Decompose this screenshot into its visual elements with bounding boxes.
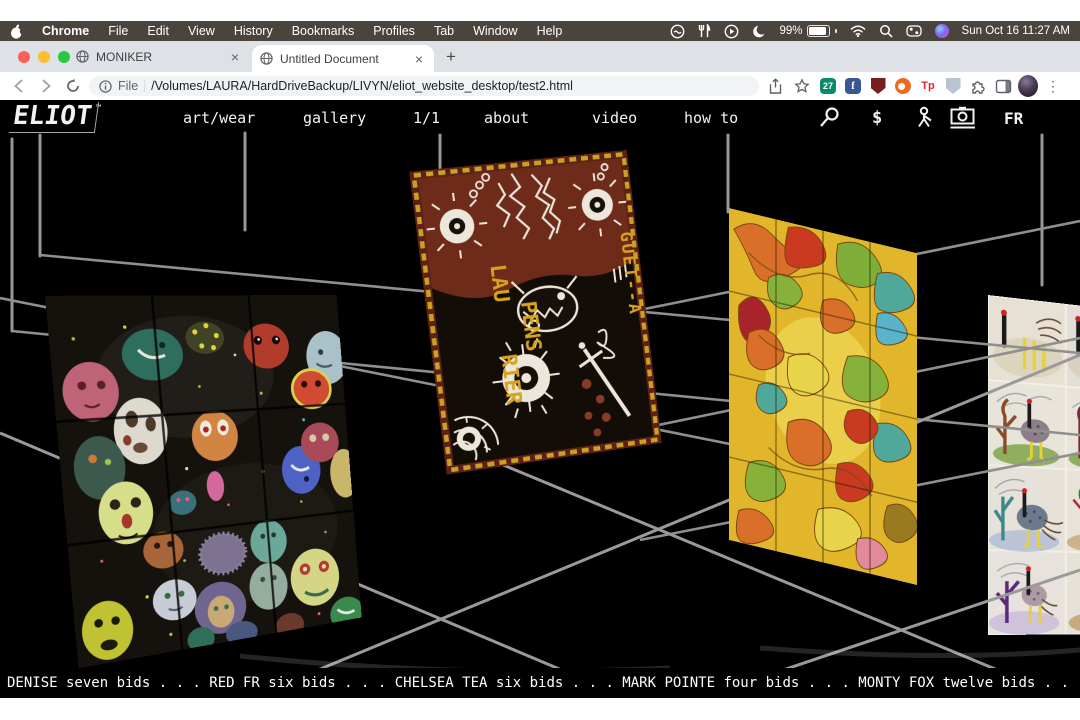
reload-button[interactable] (62, 75, 84, 97)
search-icon[interactable] (818, 106, 841, 133)
artwork-birds-and-trees[interactable] (988, 295, 1080, 635)
globe-favicon (76, 50, 89, 63)
minimize-window-button[interactable] (38, 51, 50, 63)
tab-close-icon[interactable]: × (412, 51, 426, 67)
share-icon[interactable] (764, 75, 786, 97)
window-controls (18, 51, 70, 63)
nav-art-wear[interactable]: art/wear (183, 109, 255, 127)
faces-image (45, 295, 362, 668)
menu-tab[interactable]: Tab (434, 24, 454, 38)
nav-video[interactable]: video (592, 109, 637, 127)
account-person-icon[interactable] (916, 106, 939, 133)
side-panel-icon[interactable] (993, 76, 1013, 96)
menu-profiles[interactable]: Profiles (373, 24, 415, 38)
nav-how-to[interactable]: how to (684, 109, 738, 127)
new-tab-button[interactable]: + (440, 46, 462, 68)
tab-title: Untitled Document (280, 52, 412, 66)
menu-help[interactable]: Help (537, 24, 563, 38)
control-center-icon[interactable] (906, 25, 922, 37)
extension-gray-shield-icon[interactable] (943, 76, 963, 96)
url-text: /Volumes/LAURA/HardDriveBackup/LIVYN/eli… (151, 79, 573, 93)
bids-ticker: DENISE seven bids . . . RED FR six bids … (0, 668, 1080, 698)
battery-indicator[interactable]: 99% (780, 25, 837, 37)
tab-moniker[interactable]: MONIKER × (68, 41, 250, 72)
currency-icon[interactable]: $ (872, 108, 882, 128)
utensils-icon[interactable] (698, 24, 711, 38)
tab-title: MONIKER (96, 50, 228, 64)
mac-screen: Chrome File Edit View History Bookmarks … (0, 21, 1080, 698)
url-scheme-label: File (118, 79, 138, 93)
camera-icon[interactable] (950, 106, 977, 134)
wifi-icon[interactable] (850, 25, 866, 37)
play-circle-icon[interactable] (724, 24, 739, 39)
language-toggle[interactable]: FR (1004, 109, 1023, 128)
battery-percent: 99% (780, 25, 803, 37)
eliot-logo[interactable]: ELIOT (9, 102, 100, 133)
bookmark-star-icon[interactable] (791, 75, 813, 97)
macos-menu-bar: Chrome File Edit View History Bookmarks … (0, 21, 1080, 41)
back-button[interactable] (8, 75, 30, 97)
extension-calendar-27[interactable]: 27 (818, 76, 838, 96)
artwork-woodcut-banner[interactable]: GUET--A LAU PENS RIER (409, 150, 662, 475)
chrome-menu-icon[interactable]: ⋮ (1043, 76, 1063, 96)
menu-chrome[interactable]: Chrome (42, 24, 89, 38)
apple-menu-icon[interactable] (10, 24, 23, 39)
tab-untitled-document[interactable]: Untitled Document × (252, 45, 434, 72)
artwork-psychedelic-swirls[interactable] (729, 208, 917, 585)
url-divider (144, 80, 145, 92)
tab-strip: MONIKER × Untitled Document × + (0, 41, 1080, 72)
battery-icon (807, 25, 830, 37)
nav-about[interactable]: about (484, 109, 529, 127)
svg-text:LAU: LAU (485, 263, 514, 304)
extension-orange-icon[interactable] (893, 76, 913, 96)
nav-gallery[interactable]: gallery (303, 109, 366, 127)
menu-history[interactable]: History (234, 24, 273, 38)
extension-trustpilot[interactable]: Tp (918, 76, 938, 96)
trademark-symbol: ™ (96, 104, 101, 114)
globe-favicon (260, 52, 273, 65)
menu-window[interactable]: Window (473, 24, 517, 38)
menu-view[interactable]: View (188, 24, 215, 38)
spotlight-icon[interactable] (879, 24, 893, 38)
menu-bookmarks[interactable]: Bookmarks (292, 24, 355, 38)
extension-ublock-shield-icon[interactable] (868, 76, 888, 96)
moon-focus-icon[interactable] (752, 24, 767, 39)
tab-close-icon[interactable]: × (228, 49, 242, 65)
web-page: ELIOT ™ art/wear gallery 1/1 about video… (0, 100, 1080, 698)
browser-toolbar: File /Volumes/LAURA/HardDriveBackup/LIVY… (0, 72, 1080, 100)
swirls-image (729, 208, 917, 585)
artwork-faces-painting[interactable] (45, 295, 362, 668)
siri-icon[interactable] (935, 24, 949, 38)
woodcut-image: GUET--A LAU PENS RIER (409, 150, 662, 475)
extensions-puzzle-icon[interactable] (968, 76, 988, 96)
menu-bar-clock[interactable]: Sun Oct 16 11:27 AM (962, 25, 1070, 37)
nav-1-of-1[interactable]: 1/1 (413, 109, 440, 127)
info-icon[interactable] (99, 80, 112, 93)
menu-file[interactable]: File (108, 24, 128, 38)
adobe-cc-icon[interactable] (670, 24, 685, 39)
profile-avatar[interactable] (1018, 76, 1038, 96)
close-window-button[interactable] (18, 51, 30, 63)
menu-edit[interactable]: Edit (147, 24, 169, 38)
birds-trees-image (988, 295, 1080, 635)
forward-button[interactable] (35, 75, 57, 97)
extension-facebook[interactable]: f (843, 76, 863, 96)
site-nav: ELIOT ™ art/wear gallery 1/1 about video… (0, 100, 1080, 138)
address-bar[interactable]: File /Volumes/LAURA/HardDriveBackup/LIVY… (89, 76, 759, 96)
